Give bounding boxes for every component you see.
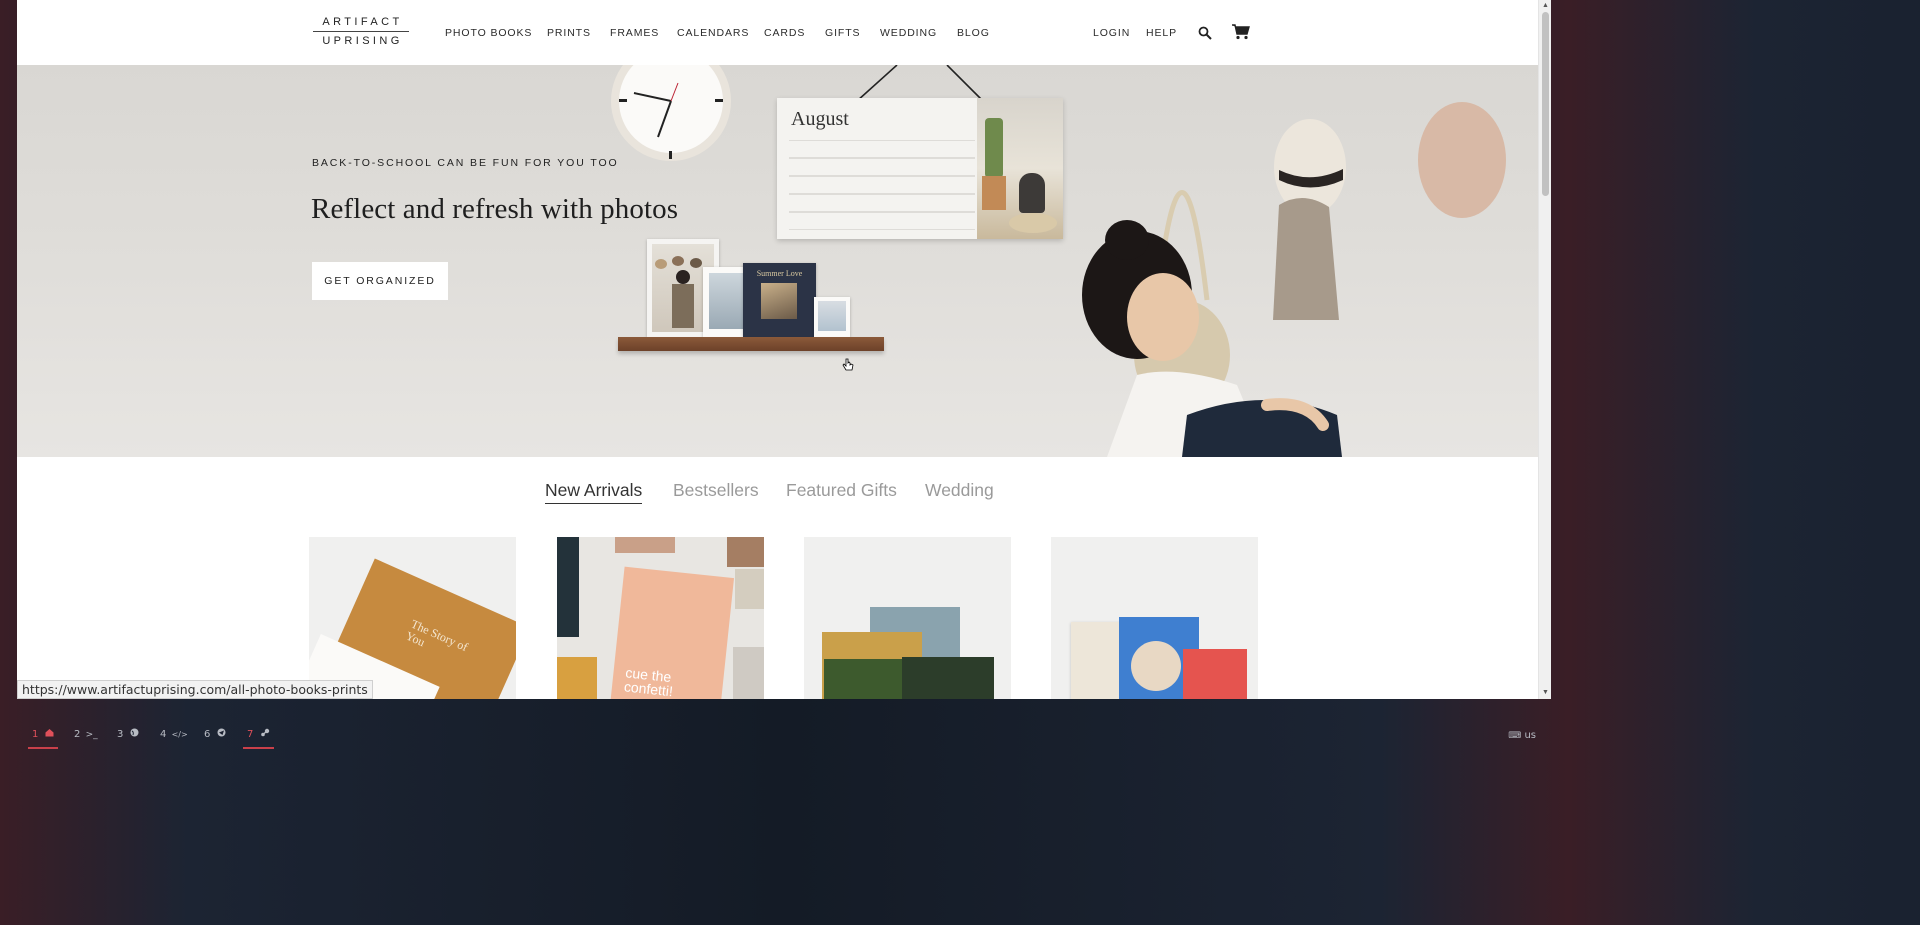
workspace-3-number: 3 <box>117 729 124 740</box>
scroll-up-arrow-icon[interactable]: ▲ <box>1541 1 1550 10</box>
nav-wedding[interactable]: WEDDING <box>880 26 937 40</box>
artifact-uprising-logo[interactable]: ARTIFACT UPRISING <box>313 15 409 47</box>
browser-viewport: ARTIFACT UPRISING PHOTO BOOKS PRINTS FRA… <box>17 0 1551 699</box>
workspace-2[interactable]: 2 >_ <box>74 728 98 748</box>
login-link[interactable]: LOGIN <box>1093 26 1130 40</box>
workspace-7-number: 7 <box>247 729 254 740</box>
steam-icon <box>260 728 269 737</box>
status-url-tooltip: https://www.artifactuprising.com/all-pho… <box>17 680 373 699</box>
calendar-month: August <box>791 108 849 130</box>
hand-cursor-icon <box>842 358 854 371</box>
terminal-icon: >_ <box>85 730 98 740</box>
product-image-2: cue the confetti! <box>609 566 735 699</box>
nav-gifts[interactable]: GIFTS <box>825 26 860 40</box>
wall-clock-image <box>611 65 731 161</box>
calendar-photo <box>977 98 1063 239</box>
workspace-2-number: 2 <box>74 729 81 740</box>
product-card-1-text: The Story of You <box>403 616 470 655</box>
workspace-1-number: 1 <box>32 729 39 740</box>
nav-prints[interactable]: PRINTS <box>547 26 591 40</box>
product-card-4[interactable] <box>1051 537 1258 699</box>
tab-new-arrivals[interactable]: New Arrivals <box>545 478 643 504</box>
wooden-shelf <box>618 337 884 351</box>
hero-kicker: BACK-TO-SCHOOL CAN BE FUN FOR YOU TOO <box>312 157 619 169</box>
keyboard-icon: ⌨ <box>1508 731 1522 741</box>
workspace-7[interactable]: 7 <box>243 728 274 749</box>
nav-calendars[interactable]: CALENDARS <box>677 26 749 40</box>
search-icon[interactable] <box>1198 26 1212 40</box>
scroll-down-arrow-icon[interactable]: ▼ <box>1541 688 1550 697</box>
nav-frames[interactable]: FRAMES <box>610 26 659 40</box>
summer-love-photo-book: Summer Love <box>743 263 816 337</box>
logo-rule <box>313 31 409 32</box>
shelf-frame-4 <box>814 297 850 337</box>
product-tabs: New Arrivals Bestsellers Featured Gifts … <box>17 478 1538 518</box>
hero-title: Reflect and refresh with photos <box>311 193 679 225</box>
workspace-3[interactable]: 3 <box>117 728 139 748</box>
workspace-4-number: 4 <box>160 729 167 740</box>
scroll-thumb[interactable] <box>1542 12 1549 196</box>
system-tray: ⌨ us <box>1508 730 1536 741</box>
workspace-6[interactable]: 6 <box>204 728 226 748</box>
photo-book-caption: Summer Love <box>756 269 803 278</box>
product-card-3[interactable] <box>804 537 1011 699</box>
nav-photo-books[interactable]: PHOTO BOOKS <box>445 26 532 40</box>
taskbar: 1 2 >_ 3 4 </> 6 7 ⌨ us <box>0 717 1568 755</box>
girl-with-backpack-image <box>1082 102 1506 457</box>
workspace-4[interactable]: 4 </> <box>160 728 188 748</box>
globe-icon <box>130 728 139 737</box>
wall-calendar-image: August <box>777 98 1063 239</box>
logo-line2: UPRISING <box>322 35 403 47</box>
code-icon: </> <box>171 730 188 739</box>
nav-blog[interactable]: BLOG <box>957 26 990 40</box>
nav-cards[interactable]: CARDS <box>764 26 805 40</box>
workspace-6-number: 6 <box>204 729 211 740</box>
page-scrollbar[interactable]: ▲ ▼ <box>1538 0 1551 699</box>
calendar-grid <box>789 140 975 230</box>
workspace-1[interactable]: 1 <box>28 728 58 749</box>
logo-line1: ARTIFACT <box>322 16 403 28</box>
product-card-2[interactable]: cue the confetti! <box>557 537 764 699</box>
get-organized-button[interactable]: GET ORGANIZED <box>312 262 448 300</box>
tab-wedding[interactable]: Wedding <box>925 478 994 502</box>
help-link[interactable]: HELP <box>1146 26 1177 40</box>
site-header: ARTIFACT UPRISING PHOTO BOOKS PRINTS FRA… <box>17 0 1538 65</box>
cart-icon[interactable] <box>1232 24 1250 40</box>
keyboard-layout[interactable]: us <box>1524 730 1536 741</box>
home-icon <box>45 729 54 737</box>
hero-banner: August Summer Love BACK-TO-SCHOOL CAN BE… <box>17 65 1538 457</box>
product-card-2-text: cue the confetti! <box>623 664 674 699</box>
telegram-icon <box>217 728 226 737</box>
product-card-1[interactable]: The Story of You <box>309 537 516 699</box>
tab-featured-gifts[interactable]: Featured Gifts <box>786 478 897 502</box>
tab-bestsellers[interactable]: Bestsellers <box>673 478 759 502</box>
